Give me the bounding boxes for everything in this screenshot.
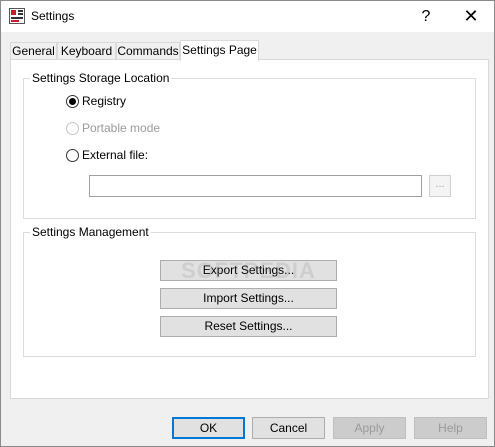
management-group-title: Settings Management — [30, 225, 151, 239]
export-settings-button[interactable]: Export Settings... — [160, 260, 337, 281]
portable-mode-label: Portable mode — [82, 121, 161, 135]
registry-label: Registry — [82, 94, 127, 108]
settings-app-icon — [9, 8, 25, 24]
help-icon[interactable]: ? — [403, 1, 449, 32]
registry-option[interactable]: Registry — [66, 94, 126, 108]
portable-mode-radio — [66, 121, 79, 135]
close-icon[interactable]: ✕ — [448, 1, 494, 32]
window-title: Settings — [31, 9, 75, 23]
portable-mode-option: Portable mode — [66, 121, 160, 135]
settings-page-panel: Settings Storage Location Registry Porta… — [10, 59, 489, 399]
import-settings-button[interactable]: Import Settings... — [160, 288, 337, 309]
apply-button: Apply — [333, 417, 406, 439]
cancel-button[interactable]: Cancel — [252, 417, 325, 439]
reset-settings-button[interactable]: Reset Settings... — [160, 316, 337, 337]
tab-commands[interactable]: Commands — [116, 42, 180, 60]
storage-group-title: Settings Storage Location — [30, 71, 172, 85]
external-file-option[interactable]: External file: — [66, 148, 148, 162]
registry-radio[interactable] — [66, 94, 79, 108]
external-file-label: External file: — [82, 148, 149, 162]
tab-keyboard[interactable]: Keyboard — [57, 42, 116, 60]
tab-general[interactable]: General — [10, 42, 57, 60]
ok-button[interactable]: OK — [172, 417, 245, 439]
external-file-radio[interactable] — [66, 148, 79, 162]
help-button: Help — [414, 417, 487, 439]
title-bar: Settings ? ✕ — [1, 1, 494, 32]
storage-location-group: Settings Storage Location Registry Porta… — [23, 71, 476, 219]
external-file-path-input[interactable] — [89, 175, 422, 197]
browse-button[interactable]: ... — [429, 175, 451, 197]
tab-settings-page[interactable]: Settings Page — [180, 40, 259, 61]
settings-dialog: Settings ? ✕ General Keyboard Commands S… — [0, 0, 495, 447]
